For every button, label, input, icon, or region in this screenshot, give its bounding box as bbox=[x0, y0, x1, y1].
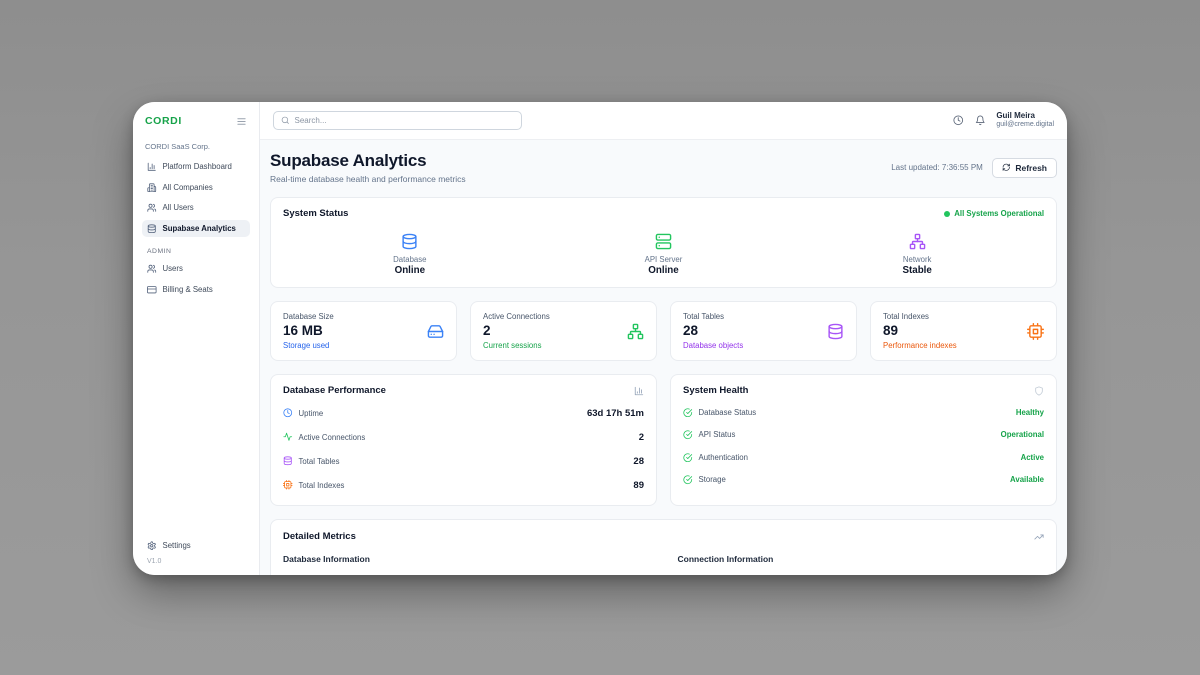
main-content: Supabase Analytics Real-time database he… bbox=[260, 140, 1067, 575]
health-row-api-status: API Status Operational bbox=[683, 424, 1044, 447]
history-clock-icon[interactable] bbox=[953, 115, 964, 126]
database-icon bbox=[147, 224, 157, 234]
notifications-bell-icon[interactable] bbox=[975, 115, 986, 126]
trending-up-icon bbox=[1034, 532, 1044, 542]
refresh-button[interactable]: Refresh bbox=[992, 158, 1057, 178]
sidebar-item-settings[interactable]: Settings bbox=[142, 537, 250, 555]
search-icon bbox=[281, 116, 290, 125]
building-icon bbox=[147, 183, 157, 193]
card-title: Database Performance bbox=[283, 385, 386, 396]
app-window: CORDI CORDI SaaS Corp. Platform Dashboar… bbox=[133, 102, 1067, 575]
sidebar-item-label: Users bbox=[163, 264, 183, 273]
database-performance-card: Database Performance Uptime 63d 17h 51m … bbox=[270, 374, 657, 506]
sidebar-item-label: All Companies bbox=[163, 183, 213, 192]
database-icon bbox=[401, 233, 418, 250]
metric-card-active-connections: Active Connections 2 Current sessions bbox=[470, 301, 657, 361]
status-badge: All Systems Operational bbox=[944, 209, 1044, 218]
database-information-section: Database Information Database Size: 16 M… bbox=[283, 554, 650, 575]
detail-row-active-connections: Active Connections: 2 bbox=[678, 574, 1045, 575]
detail-row-database-size: Database Size: 16 MB bbox=[283, 574, 650, 575]
connection-information-section: Connection Information Active Connection… bbox=[678, 554, 1045, 575]
network-icon bbox=[909, 233, 926, 250]
system-health-card: System Health Database Status Healthy AP… bbox=[670, 374, 1057, 506]
topbar: Guil Meira guil@creme.digital bbox=[260, 102, 1067, 140]
sidebar-item-all-companies[interactable]: All Companies bbox=[142, 179, 250, 197]
last-updated-label: Last updated: 7:36:55 PM bbox=[891, 163, 983, 172]
sidebar-item-label: All Users bbox=[163, 203, 194, 212]
hamburger-menu-icon[interactable] bbox=[236, 116, 247, 127]
system-status-card: System Status All Systems Operational Da… bbox=[270, 197, 1057, 288]
check-circle-icon bbox=[683, 475, 693, 485]
hard-drive-icon bbox=[427, 323, 444, 340]
user-email: guil@creme.digital bbox=[996, 121, 1054, 130]
cpu-icon bbox=[283, 480, 293, 490]
perf-row-uptime: Uptime 63d 17h 51m bbox=[283, 401, 644, 425]
user-name: Guil Meira bbox=[996, 111, 1054, 121]
sidebar-item-label: Supabase Analytics bbox=[163, 224, 236, 233]
admin-section-label: ADMIN bbox=[147, 248, 245, 255]
sidebar-item-all-users[interactable]: All Users bbox=[142, 199, 250, 217]
sidebar-item-supabase-analytics[interactable]: Supabase Analytics bbox=[142, 220, 250, 238]
sidebar-item-platform-dashboard[interactable]: Platform Dashboard bbox=[142, 158, 250, 176]
clock-icon bbox=[283, 408, 293, 418]
server-icon bbox=[655, 233, 672, 250]
users-icon bbox=[147, 203, 157, 213]
database-icon bbox=[827, 323, 844, 340]
sidebar-item-users[interactable]: Users bbox=[142, 260, 250, 278]
status-item-network: Network Stable bbox=[790, 228, 1044, 279]
network-icon bbox=[627, 323, 644, 340]
page-title: Supabase Analytics bbox=[270, 151, 466, 171]
page-subtitle: Real-time database health and performanc… bbox=[270, 174, 466, 184]
cpu-icon bbox=[1027, 323, 1044, 340]
search-input[interactable] bbox=[295, 116, 515, 125]
database-icon bbox=[283, 456, 293, 466]
status-dot-icon bbox=[944, 211, 950, 217]
bar-chart-icon bbox=[634, 386, 644, 396]
metric-card-total-tables: Total Tables 28 Database objects bbox=[670, 301, 857, 361]
sidebar-item-label: Billing & Seats bbox=[163, 285, 213, 294]
metric-card-database-size: Database Size 16 MB Storage used bbox=[270, 301, 457, 361]
app-logo: CORDI bbox=[145, 115, 182, 127]
sidebar-item-label: Settings bbox=[163, 541, 191, 550]
sidebar-item-label: Platform Dashboard bbox=[163, 162, 232, 171]
org-label: CORDI SaaS Corp. bbox=[145, 142, 247, 151]
card-title: System Status bbox=[283, 208, 348, 219]
users-icon bbox=[147, 264, 157, 274]
sidebar: CORDI CORDI SaaS Corp. Platform Dashboar… bbox=[133, 102, 260, 575]
detailed-metrics-card: Detailed Metrics Database Information Da… bbox=[270, 519, 1057, 575]
check-circle-icon bbox=[683, 430, 693, 440]
status-item-database: Database Online bbox=[283, 228, 537, 279]
credit-card-icon bbox=[147, 285, 157, 295]
health-row-database-status: Database Status Healthy bbox=[683, 401, 1044, 424]
gear-icon bbox=[147, 541, 157, 551]
card-title: Detailed Metrics bbox=[283, 531, 356, 542]
shield-icon bbox=[1034, 386, 1044, 396]
refresh-icon bbox=[1002, 163, 1011, 172]
health-row-storage: Storage Available bbox=[683, 469, 1044, 492]
user-profile[interactable]: Guil Meira guil@creme.digital bbox=[996, 111, 1054, 130]
check-circle-icon bbox=[683, 453, 693, 463]
metric-card-total-indexes: Total Indexes 89 Performance indexes bbox=[870, 301, 1057, 361]
sidebar-item-billing-seats[interactable]: Billing & Seats bbox=[142, 281, 250, 299]
health-row-authentication: Authentication Active bbox=[683, 446, 1044, 469]
perf-row-active-connections: Active Connections 2 bbox=[283, 425, 644, 449]
bar-chart-icon bbox=[147, 162, 157, 172]
activity-icon bbox=[283, 432, 293, 442]
status-item-api-server: API Server Online bbox=[537, 228, 791, 279]
version-label: V1.0 bbox=[147, 558, 245, 565]
search-box[interactable] bbox=[273, 111, 522, 130]
check-circle-icon bbox=[683, 408, 693, 418]
card-title: System Health bbox=[683, 385, 748, 396]
perf-row-total-tables: Total Tables 28 bbox=[283, 449, 644, 473]
perf-row-total-indexes: Total Indexes 89 bbox=[283, 473, 644, 497]
